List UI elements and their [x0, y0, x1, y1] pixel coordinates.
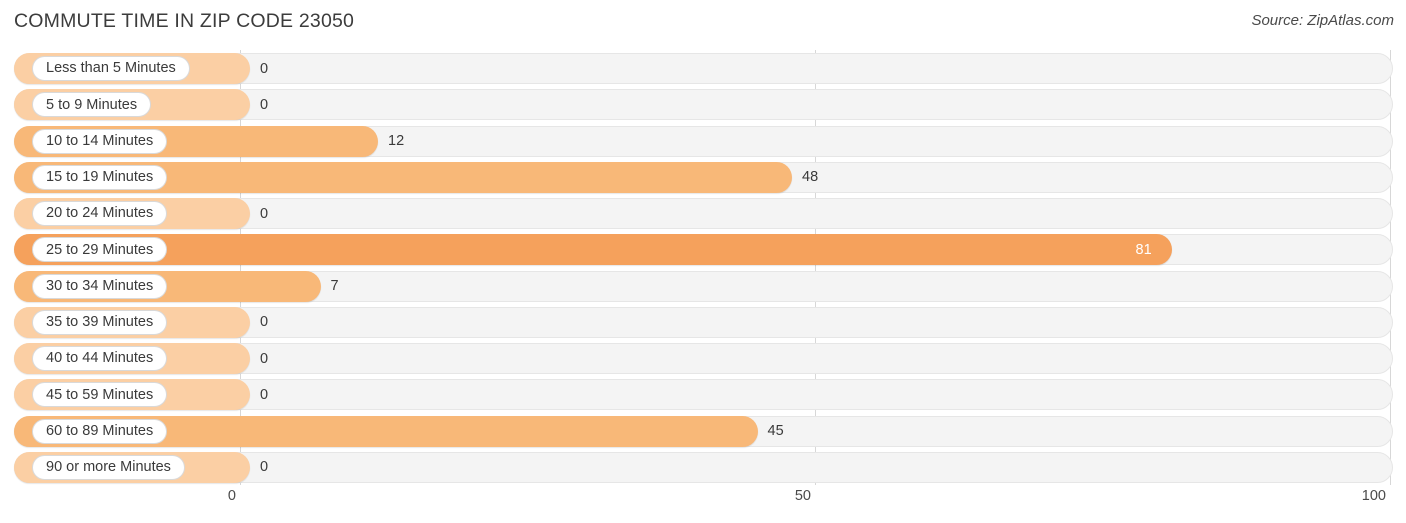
value-bar[interactable] — [14, 234, 1172, 266]
category-label-pill: 60 to 89 Minutes — [32, 418, 168, 444]
bar-row: 20 to 24 Minutes 0 — [0, 198, 1406, 229]
category-label-pill: 20 to 24 Minutes — [32, 201, 168, 226]
value-label: 0 — [260, 314, 269, 331]
category-label-pill: 40 to 44 Minutes — [32, 346, 168, 371]
chart-page: COMMUTE TIME IN ZIP CODE 23050 Source: Z… — [0, 0, 1406, 523]
category-label: 30 to 34 Minutes — [46, 277, 154, 294]
bar-row: Less than 5 Minutes 0 — [0, 53, 1406, 84]
bar-row: 25 to 29 Minutes 81 — [0, 234, 1406, 266]
category-label-pill: 25 to 29 Minutes — [32, 237, 168, 263]
category-label-pill: 35 to 39 Minutes — [32, 309, 168, 335]
category-label: 25 to 29 Minutes — [46, 241, 154, 258]
value-label: 0 — [260, 96, 269, 113]
category-label: 10 to 14 Minutes — [46, 132, 154, 149]
bar-row: 40 to 44 Minutes 0 — [0, 343, 1406, 374]
category-label: 20 to 24 Minutes — [46, 205, 154, 222]
bar-row: 35 to 39 Minutes 0 — [0, 306, 1406, 338]
value-label: 12 — [388, 133, 405, 149]
x-tick-label: 100 — [1361, 488, 1386, 504]
x-axis: 0 50 100 — [0, 486, 1406, 516]
x-tick-label: 50 — [794, 488, 811, 504]
category-label-pill: 10 to 14 Minutes — [32, 128, 168, 154]
bar-row: 45 to 59 Minutes 0 — [0, 379, 1406, 411]
page-title: COMMUTE TIME IN ZIP CODE 23050 — [14, 10, 355, 32]
category-label-pill: 45 to 59 Minutes — [32, 382, 168, 408]
bar-row: 60 to 89 Minutes 45 — [0, 415, 1406, 447]
value-label: 48 — [802, 169, 819, 186]
plot-area: Less than 5 Minutes 0 5 to 9 Minutes 0 10 to… — [0, 50, 1406, 485]
x-tick-label: 0 — [227, 488, 236, 504]
category-label: 60 to 89 Minutes — [46, 422, 154, 439]
value-label: 0 — [260, 205, 269, 222]
category-label: 45 to 59 Minutes — [46, 386, 154, 403]
category-label-pill: 15 to 19 Minutes — [32, 164, 168, 190]
bar-row: 90 or more Minutes 0 — [0, 451, 1406, 483]
value-label: 0 — [260, 386, 269, 403]
value-label: 0 — [260, 459, 269, 476]
category-label-pill: 30 to 34 Minutes — [32, 273, 168, 299]
category-label-pill: 90 or more Minutes — [32, 454, 185, 480]
value-label: 0 — [260, 60, 269, 77]
value-label: 7 — [330, 278, 339, 294]
bar-row: 5 to 9 Minutes 0 — [0, 89, 1406, 121]
category-label: 40 to 44 Minutes — [46, 350, 154, 367]
bar-row: 10 to 14 Minutes 12 — [0, 125, 1406, 157]
category-label: Less than 5 Minutes — [46, 60, 176, 77]
bar-row: 30 to 34 Minutes 7 — [0, 270, 1406, 302]
value-label: 0 — [260, 350, 269, 367]
category-label: 35 to 39 Minutes — [46, 314, 154, 330]
category-label-pill: 5 to 9 Minutes — [32, 92, 152, 118]
category-label: 15 to 19 Minutes — [46, 169, 154, 185]
bar-row: 15 to 19 Minutes 48 — [0, 161, 1406, 193]
category-label-pill: Less than 5 Minutes — [32, 56, 190, 81]
source-attribution: Source: ZipAtlas.com — [1251, 12, 1394, 29]
category-label: 90 or more Minutes — [46, 459, 171, 475]
value-label: 81 — [1135, 241, 1152, 258]
category-label: 5 to 9 Minutes — [46, 96, 138, 113]
value-label: 45 — [767, 423, 784, 439]
